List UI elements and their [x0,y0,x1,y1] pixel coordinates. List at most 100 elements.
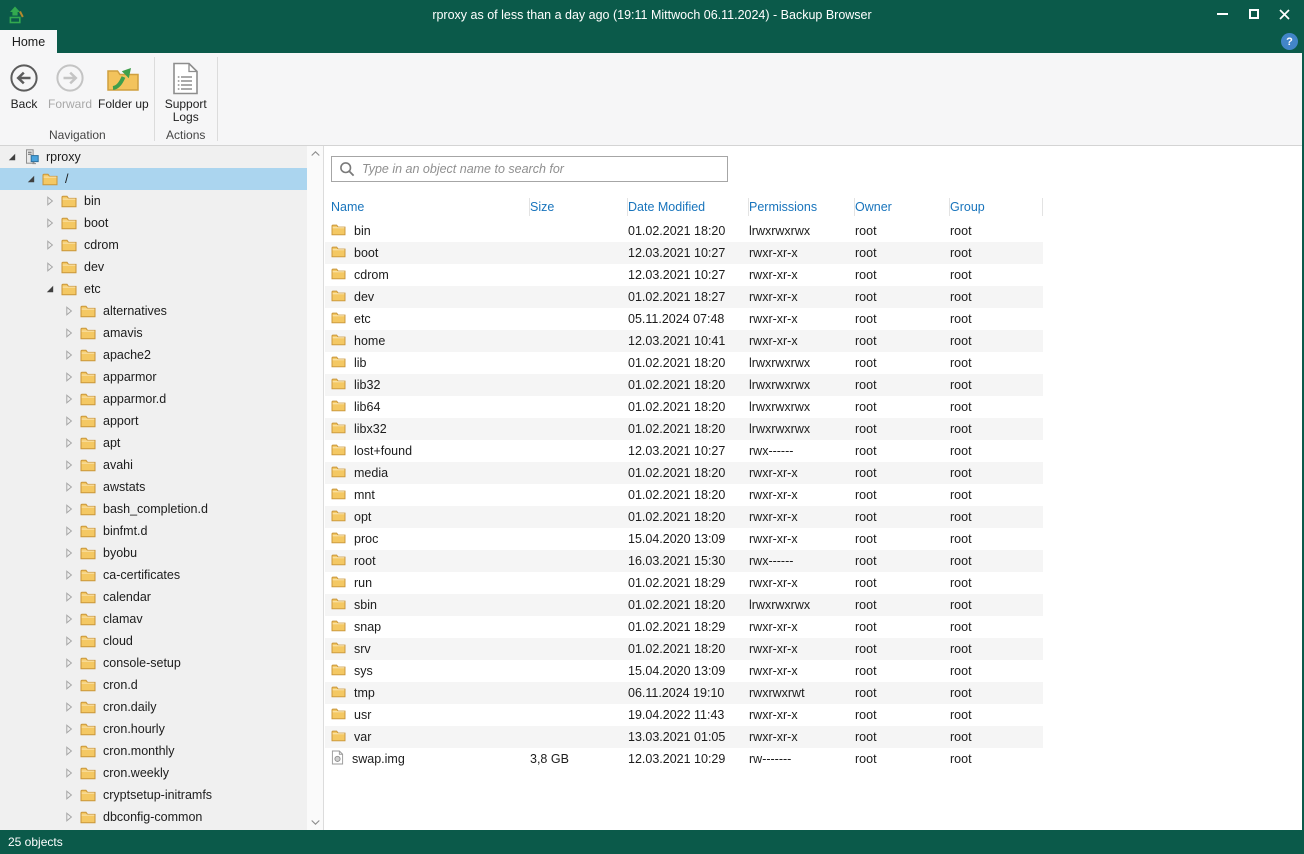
expander-closed-icon[interactable] [42,259,58,275]
expander-closed-icon[interactable] [61,369,77,385]
column-header-date-modified[interactable]: Date Modified [628,197,749,216]
tree-item[interactable]: cloud [0,630,307,652]
tree-item[interactable]: cron.monthly [0,740,307,762]
tree-item[interactable]: / [0,168,307,190]
tree-item[interactable]: byobu [0,542,307,564]
expander-closed-icon[interactable] [61,413,77,429]
expander-closed-icon[interactable] [61,721,77,737]
table-row[interactable]: lib32 01.02.2021 18:20 lrwxrwxrwx root root [325,374,1043,396]
tree-item[interactable]: apache2 [0,344,307,366]
tree-item[interactable]: dbconfig-common [0,806,307,828]
expander-closed-icon[interactable] [61,677,77,693]
expander-closed-icon[interactable] [61,347,77,363]
table-row[interactable]: sys 15.04.2020 13:09 rwxr-xr-x root root [325,660,1043,682]
table-row[interactable]: boot 12.03.2021 10:27 rwxr-xr-x root root [325,242,1043,264]
table-row[interactable]: sbin 01.02.2021 18:20 lrwxrwxrwx root root [325,594,1043,616]
tree-item[interactable]: cron.d [0,674,307,696]
expander-closed-icon[interactable] [61,787,77,803]
expander-closed-icon[interactable] [61,743,77,759]
expander-closed-icon[interactable] [61,501,77,517]
tree-item[interactable]: apt [0,432,307,454]
expander-closed-icon[interactable] [61,303,77,319]
tree-item[interactable]: boot [0,212,307,234]
expander-closed-icon[interactable] [42,215,58,231]
table-row[interactable]: dev 01.02.2021 18:27 rwxr-xr-x root root [325,286,1043,308]
scroll-up-icon[interactable] [307,146,323,161]
scroll-down-icon[interactable] [307,815,323,830]
expander-open-icon[interactable] [23,171,39,187]
table-row[interactable]: lib64 01.02.2021 18:20 lrwxrwxrwx root root [325,396,1043,418]
tree-item[interactable]: bash_completion.d [0,498,307,520]
minimize-button[interactable] [1207,2,1238,26]
table-row[interactable]: etc 05.11.2024 07:48 rwxr-xr-x root root [325,308,1043,330]
tree-item[interactable]: cron.weekly [0,762,307,784]
tree-scrollbar[interactable] [307,146,323,830]
tree-item[interactable]: amavis [0,322,307,344]
expander-closed-icon[interactable] [42,237,58,253]
expander-closed-icon[interactable] [61,699,77,715]
table-row[interactable]: tmp 06.11.2024 19:10 rwxrwxrwt root root [325,682,1043,704]
tree-item[interactable]: cron.daily [0,696,307,718]
tree-item[interactable]: dev [0,256,307,278]
tree-item[interactable]: bin [0,190,307,212]
forward-button[interactable]: Forward [45,57,95,111]
table-row[interactable]: swap.img 3,8 GB 12.03.2021 10:29 rw------- r… [325,748,1043,770]
expander-open-icon[interactable] [4,149,20,165]
tree-item[interactable]: cdrom [0,234,307,256]
folder-up-button[interactable]: Folder up [95,57,152,111]
tree-item[interactable]: cron.hourly [0,718,307,740]
table-row[interactable]: var 13.03.2021 01:05 rwxr-xr-x root root [325,726,1043,748]
support-logs-button[interactable]: Support Logs [157,57,215,124]
expander-closed-icon[interactable] [61,523,77,539]
maximize-button[interactable] [1238,2,1269,26]
table-row[interactable]: lost+found 12.03.2021 10:27 rwx------ root r… [325,440,1043,462]
expander-closed-icon[interactable] [61,809,77,825]
table-row[interactable]: usr 19.04.2022 11:43 rwxr-xr-x root root [325,704,1043,726]
table-row[interactable]: libx32 01.02.2021 18:20 lrwxrwxrwx root root [325,418,1043,440]
expander-closed-icon[interactable] [61,567,77,583]
tree-item[interactable]: awstats [0,476,307,498]
table-row[interactable]: mnt 01.02.2021 18:20 rwxr-xr-x root root [325,484,1043,506]
expander-closed-icon[interactable] [61,457,77,473]
table-row[interactable]: run 01.02.2021 18:29 rwxr-xr-x root root [325,572,1043,594]
tree-item[interactable]: calendar [0,586,307,608]
tab-home[interactable]: Home [0,30,57,53]
expander-closed-icon[interactable] [61,479,77,495]
back-button[interactable]: Back [3,57,45,111]
expander-closed-icon[interactable] [61,545,77,561]
tree-item[interactable]: etc [0,278,307,300]
expander-closed-icon[interactable] [61,655,77,671]
column-header-owner[interactable]: Owner [855,197,950,216]
expander-closed-icon[interactable] [61,589,77,605]
column-header-name[interactable]: Name [331,197,530,216]
table-row[interactable]: media 01.02.2021 18:20 rwxr-xr-x root root [325,462,1043,484]
search-input[interactable] [355,158,727,180]
expander-open-icon[interactable] [42,281,58,297]
table-row[interactable]: home 12.03.2021 10:41 rwxr-xr-x root root [325,330,1043,352]
tree-item[interactable]: rproxy [0,146,307,168]
tree-item[interactable]: cryptsetup-initramfs [0,784,307,806]
expander-closed-icon[interactable] [61,435,77,451]
table-row[interactable]: snap 01.02.2021 18:29 rwxr-xr-x root root [325,616,1043,638]
table-row[interactable]: bin 01.02.2021 18:20 lrwxrwxrwx root root [325,220,1043,242]
expander-closed-icon[interactable] [61,765,77,781]
expander-closed-icon[interactable] [42,193,58,209]
expander-closed-icon[interactable] [61,325,77,341]
tree-item[interactable]: apparmor [0,366,307,388]
tree-item[interactable]: clamav [0,608,307,630]
table-row[interactable]: cdrom 12.03.2021 10:27 rwxr-xr-x root root [325,264,1043,286]
tree-item[interactable]: alternatives [0,300,307,322]
expander-closed-icon[interactable] [61,391,77,407]
tree-item[interactable]: apport [0,410,307,432]
table-row[interactable]: proc 15.04.2020 13:09 rwxr-xr-x root root [325,528,1043,550]
tree-item[interactable]: avahi [0,454,307,476]
help-button[interactable]: ? [1281,33,1298,50]
expander-closed-icon[interactable] [61,611,77,627]
column-header-size[interactable]: Size [530,197,628,216]
expander-closed-icon[interactable] [61,633,77,649]
column-header-group[interactable]: Group [950,197,1043,216]
tree-item[interactable]: console-setup [0,652,307,674]
close-button[interactable] [1269,2,1300,26]
tree-item[interactable]: ca-certificates [0,564,307,586]
table-row[interactable]: root 16.03.2021 15:30 rwx------ root root [325,550,1043,572]
